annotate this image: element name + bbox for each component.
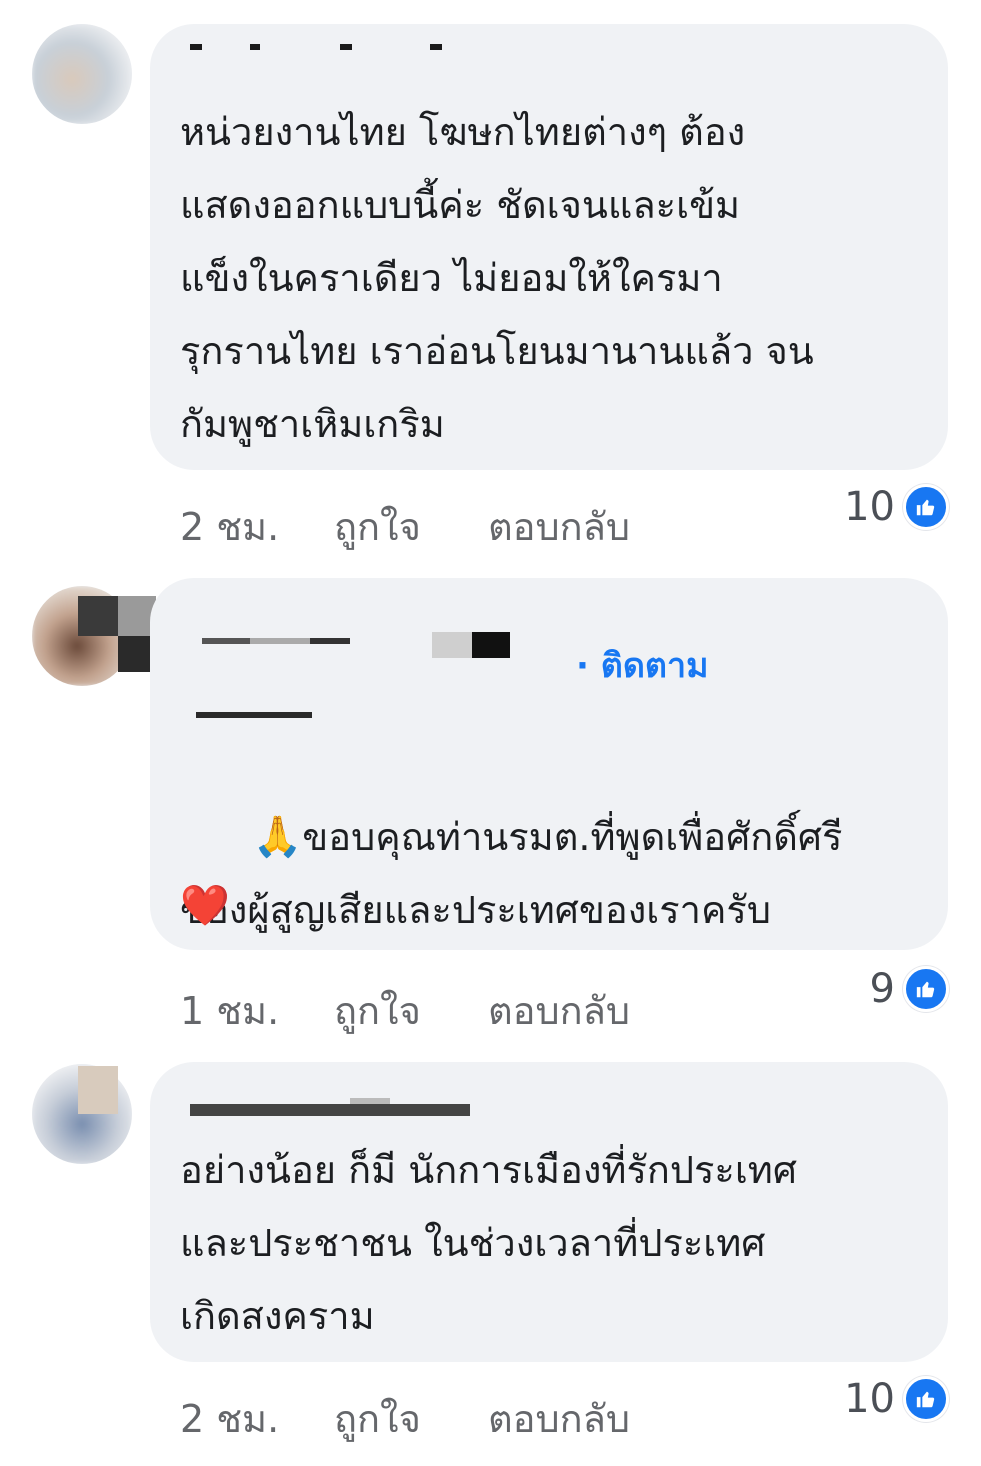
avatar[interactable] bbox=[32, 24, 132, 124]
thumbs-up-icon bbox=[903, 966, 949, 1012]
reaction-count: 10 bbox=[844, 1376, 895, 1422]
comment-actions: 2 ชม. ถูกใจ ตอบกลับ bbox=[0, 1388, 981, 1441]
reply-link[interactable]: ตอบกลับ bbox=[488, 496, 630, 557]
like-link[interactable]: ถูกใจ bbox=[334, 980, 421, 1041]
red-heart-emoji: ❤️ bbox=[180, 883, 230, 929]
comment-bubble: อย่างน้อย ก็มี นักการเมืองที่รักประเทศ แ… bbox=[150, 1062, 948, 1362]
redaction-block bbox=[78, 1066, 118, 1114]
comment-actions: 1 ชม. ถูกใจ ตอบกลับ bbox=[0, 980, 981, 1033]
reaction-count: 10 bbox=[844, 484, 895, 530]
comment-bubble: หน่วยงานไทย โฆษกไทยต่างๆ ต้อง แสดงออกแบบ… bbox=[150, 24, 948, 470]
comment-text: หน่วยงานไทย โฆษกไทยต่างๆ ต้อง แสดงออกแบบ… bbox=[180, 110, 814, 446]
follow-button[interactable]: · ติดตาม bbox=[576, 638, 709, 692]
timestamp[interactable]: 2 ชม. bbox=[180, 496, 279, 557]
timestamp[interactable]: 1 ชม. bbox=[180, 980, 279, 1041]
like-link[interactable]: ถูกใจ bbox=[334, 496, 421, 557]
redacted-author-name[interactable] bbox=[190, 1098, 490, 1118]
comment-actions: 2 ชม. ถูกใจ ตอบกลับ bbox=[0, 496, 981, 549]
comment-text: 🙏ขอบคุณท่านรมต.ที่พูดเพื่อศักดิ์ศรี ของผ… bbox=[180, 728, 926, 1020]
folded-hands-emoji: 🙏 bbox=[252, 814, 303, 860]
thumbs-up-icon bbox=[903, 1376, 949, 1422]
thumbs-up-icon bbox=[903, 484, 949, 530]
comment-bubble: · ติดตาม 🙏ขอบคุณท่านรมต.ที่พูดเพื่อศักดิ… bbox=[150, 578, 948, 950]
comment-text: อย่างน้อย ก็มี นักการเมืองที่รักประเทศ แ… bbox=[180, 1148, 797, 1338]
reply-link[interactable]: ตอบกลับ bbox=[488, 1388, 630, 1449]
redacted-author-name[interactable] bbox=[190, 44, 450, 54]
comment-3: อย่างน้อย ก็มี นักการเมืองที่รักประเทศ แ… bbox=[0, 1050, 981, 1466]
reaction-summary[interactable]: 10 bbox=[844, 484, 949, 530]
reaction-summary[interactable]: 10 bbox=[844, 1376, 949, 1422]
reaction-count: 9 bbox=[869, 966, 895, 1012]
redaction-block bbox=[78, 596, 118, 636]
comment-2: · ติดตาม 🙏ขอบคุณท่านรมต.ที่พูดเพื่อศักดิ… bbox=[0, 560, 981, 1060]
redacted-author-name[interactable] bbox=[190, 630, 510, 720]
timestamp[interactable]: 2 ชม. bbox=[180, 1388, 279, 1449]
comment-1: หน่วยงานไทย โฆษกไทยต่างๆ ต้อง แสดงออกแบบ… bbox=[0, 0, 981, 560]
like-link[interactable]: ถูกใจ bbox=[334, 1388, 421, 1449]
reply-link[interactable]: ตอบกลับ bbox=[488, 980, 630, 1041]
reaction-summary[interactable]: 9 bbox=[870, 966, 949, 1012]
